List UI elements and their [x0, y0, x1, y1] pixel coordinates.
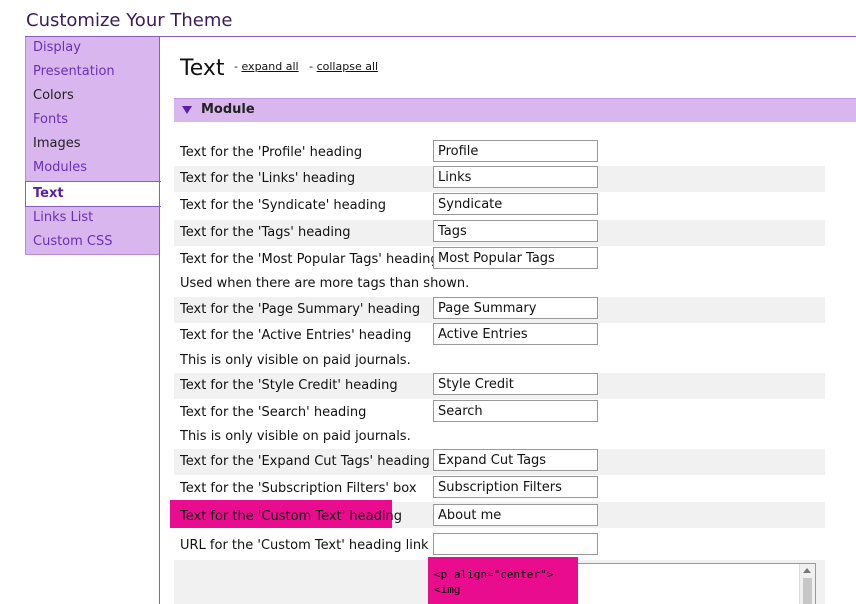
setting-row-links: Text for the 'Links' heading — [174, 166, 825, 192]
setting-row-expand-cut-tags: Text for the 'Expand Cut Tags' heading — [174, 449, 825, 475]
most-popular-tags-input[interactable] — [433, 247, 598, 269]
sidebar-item-modules[interactable]: Modules — [25, 157, 160, 181]
scrollbar[interactable] — [799, 564, 815, 604]
setting-row-custom-text-url: URL for the 'Custom Text' heading link — [174, 533, 825, 559]
expand-all-link[interactable]: expand all — [241, 60, 298, 73]
setting-row-active-entries: Text for the 'Active Entries' heading — [174, 323, 825, 349]
custom-text-heading-input[interactable] — [433, 504, 598, 526]
content-border — [159, 37, 160, 604]
setting-label: URL for the 'Custom Text' heading link — [180, 538, 429, 553]
code-highlight: <p align="center"> <img — [428, 557, 578, 604]
setting-row-custom-text-content: Text for the 'Custom Text' heading — [174, 504, 825, 530]
expand-cut-tags-input[interactable] — [433, 449, 598, 471]
setting-row-page-summary: Text for the 'Page Summary' heading — [174, 297, 825, 323]
tags-heading-input[interactable] — [433, 220, 598, 242]
setting-label: Text for the 'Tags' heading — [180, 225, 351, 240]
code-line-2: <img — [434, 583, 461, 596]
active-entries-note: This is only visible on paid journals. — [180, 353, 411, 368]
setting-label: Text for the 'Most Popular Tags' heading — [180, 252, 439, 267]
page-title: Customize Your Theme — [26, 10, 233, 31]
section-heading: Text — [180, 56, 225, 81]
setting-row-profile: Text for the 'Profile' heading — [174, 140, 825, 166]
separator: - — [309, 60, 314, 73]
sidebar-item-custom-css[interactable]: Custom CSS — [25, 231, 160, 255]
setting-label: Text for the 'Profile' heading — [180, 145, 363, 160]
most-popular-note: Used when there are more tags than shown… — [180, 276, 470, 291]
setting-label: Text for the 'Expand Cut Tags' heading — [180, 454, 430, 469]
page-summary-input[interactable] — [433, 297, 598, 319]
sidebar-item-fonts[interactable]: Fonts — [25, 109, 160, 133]
setting-row-style-credit: Text for the 'Style Credit' heading — [174, 373, 825, 399]
links-heading-input[interactable] — [433, 166, 598, 188]
setting-label: Text for the 'Style Credit' heading — [180, 378, 398, 393]
search-heading-input[interactable] — [433, 400, 598, 422]
setting-row-subscription-filters: Text for the 'Subscription Filters' box — [174, 476, 825, 502]
setting-label: Text for the 'Page Summary' heading — [180, 302, 421, 317]
setting-row-syndicate: Text for the 'Syndicate' heading — [174, 193, 825, 219]
separator: - — [234, 60, 238, 73]
subscription-filters-input[interactable] — [433, 476, 598, 498]
setting-label: Text for the 'Syndicate' heading — [180, 198, 386, 213]
module-section-title: Module — [201, 102, 255, 117]
code-line-1: <p align="center"> — [434, 568, 554, 581]
sidebar: Display Presentation Colors Fonts Images… — [25, 37, 161, 255]
setting-row-most-popular-tags: Text for the 'Most Popular Tags' heading — [174, 247, 825, 273]
setting-label: Text for the 'Subscription Filters' box — [180, 481, 417, 496]
search-note: This is only visible on paid journals. — [180, 429, 411, 444]
scroll-up-icon[interactable] — [803, 568, 811, 573]
sidebar-item-presentation[interactable]: Presentation — [25, 61, 160, 85]
setting-label: Text for the 'Links' heading — [180, 171, 356, 186]
active-entries-input[interactable] — [433, 323, 598, 345]
sidebar-item-colors[interactable]: Colors — [25, 85, 160, 109]
syndicate-heading-input[interactable] — [433, 193, 598, 215]
sidebar-item-text[interactable]: Text — [25, 181, 161, 207]
sidebar-item-display[interactable]: Display — [25, 37, 160, 61]
scroll-thumb[interactable] — [803, 578, 812, 604]
profile-heading-input[interactable] — [433, 140, 598, 162]
custom-text-url-input[interactable] — [433, 533, 598, 555]
sidebar-item-links-list[interactable]: Links List — [25, 207, 160, 231]
setting-label: Text for the 'Active Entries' heading — [180, 328, 412, 343]
sidebar-item-images[interactable]: Images — [25, 133, 160, 157]
setting-label: Text for the 'Search' heading — [180, 405, 367, 420]
setting-row-tags: Text for the 'Tags' heading — [174, 220, 825, 246]
collapse-all-link[interactable]: collapse all — [317, 60, 378, 73]
setting-row-search: Text for the 'Search' heading — [174, 400, 825, 426]
expand-collapse-links: - expand all - collapse all — [234, 60, 378, 73]
module-section-header[interactable]: Module — [174, 98, 856, 122]
setting-label: Text for the 'Custom Text' heading — [180, 509, 402, 524]
style-credit-input[interactable] — [433, 373, 598, 395]
triangle-down-icon[interactable] — [182, 106, 192, 114]
